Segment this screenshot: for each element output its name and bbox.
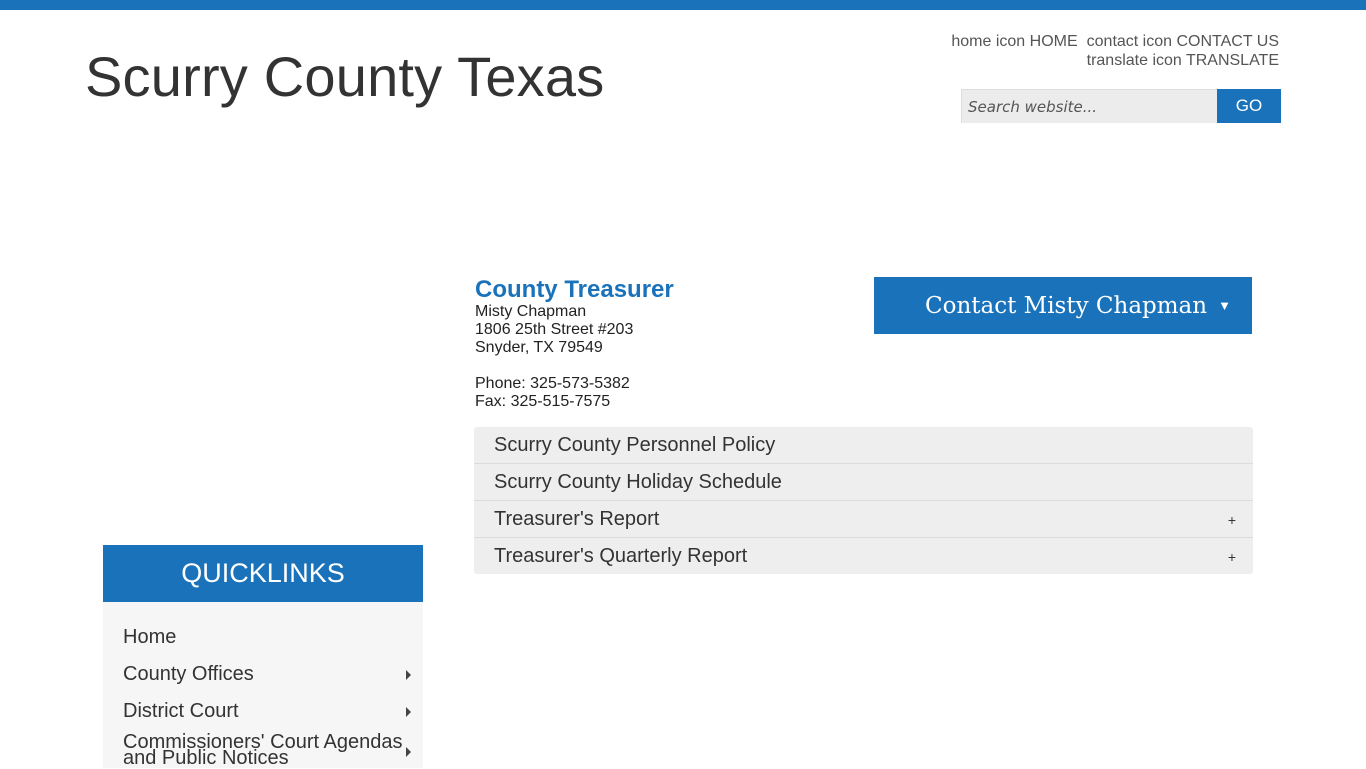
quicklinks-header: QUICKLINKS — [103, 545, 423, 612]
home-link[interactable]: home icon HOME — [951, 33, 1077, 50]
document-item-holiday-schedule[interactable]: Scurry County Holiday Schedule — [474, 464, 1253, 501]
document-item-treasurers-report[interactable]: Treasurer's Report + — [474, 501, 1253, 538]
document-item-label: Scurry County Holiday Schedule — [494, 470, 782, 493]
quicklinks-list: Home County Offices District Court Commi… — [103, 602, 423, 768]
document-item-quarterly-report[interactable]: Treasurer's Quarterly Report + — [474, 538, 1253, 574]
quicklink-county-offices[interactable]: County Offices — [103, 656, 423, 693]
contact-button-label: Contact Misty Chapman — [925, 292, 1208, 319]
department-title: County Treasurer — [475, 276, 674, 303]
contact-us-link[interactable]: contact icon CONTACT US — [1087, 33, 1279, 50]
department-fax: Fax: 325-515-7575 — [475, 393, 611, 410]
expand-plus-icon[interactable]: + — [1228, 549, 1236, 565]
chevron-right-icon — [406, 707, 411, 717]
department-phone: Phone: 325-573-5382 — [475, 375, 630, 392]
document-item-label: Scurry County Personnel Policy — [494, 433, 776, 456]
quicklink-commissioners-court[interactable]: Commissioners' Court Agendas and Public … — [103, 730, 423, 769]
department-info: County Treasurer Misty Chapman 1806 25th… — [475, 277, 674, 411]
quicklink-label: District Court — [123, 700, 239, 722]
caret-down-icon: ▼ — [1218, 298, 1231, 313]
department-address-line1: 1806 25th Street #203 — [475, 321, 634, 338]
search-go-button[interactable]: GO — [1217, 89, 1281, 123]
top-accent-bar — [0, 0, 1366, 10]
document-list: Scurry County Personnel Policy Scurry Co… — [474, 427, 1253, 574]
quicklink-label: Home — [123, 626, 177, 648]
quicklink-home[interactable]: Home — [103, 619, 423, 656]
document-item-label: Treasurer's Report — [494, 507, 660, 530]
search-box: GO — [961, 89, 1281, 123]
document-item-personnel-policy[interactable]: Scurry County Personnel Policy — [474, 427, 1253, 464]
contact-dropdown-button[interactable]: Contact Misty Chapman ▼ — [874, 277, 1252, 334]
site-title[interactable]: Scurry County Texas — [85, 44, 604, 109]
department-contact-name: Misty Chapman — [475, 303, 587, 320]
quicklink-label: County Offices — [123, 663, 254, 685]
quicklinks-title: QUICKLINKS — [181, 558, 345, 588]
document-item-label: Treasurer's Quarterly Report — [494, 544, 748, 567]
department-address-line2: Snyder, TX 79549 — [475, 339, 603, 356]
search-input[interactable] — [961, 89, 1217, 123]
chevron-right-icon — [406, 670, 411, 680]
quicklink-district-court[interactable]: District Court — [103, 693, 423, 730]
quicklink-label: Commissioners' Court Agendas and Public … — [123, 731, 403, 769]
expand-plus-icon[interactable]: + — [1228, 512, 1236, 528]
utility-links: home icon HOME contact icon CONTACT US tr… — [951, 32, 1279, 70]
chevron-right-icon — [406, 747, 411, 757]
translate-link[interactable]: translate icon TRANSLATE — [1087, 52, 1279, 69]
